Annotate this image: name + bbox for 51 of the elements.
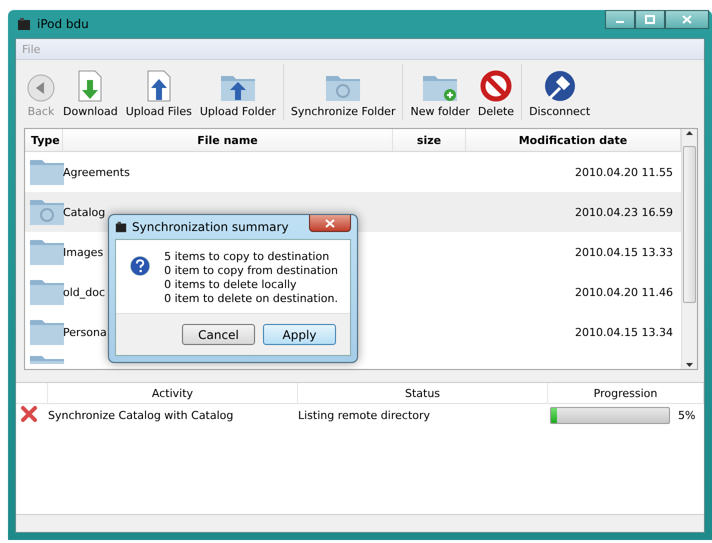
back-icon bbox=[27, 74, 55, 102]
column-header[interactable]: Activity bbox=[48, 383, 298, 403]
dialog-title: Synchronization summary bbox=[132, 220, 289, 234]
progress-percent: 5% bbox=[678, 408, 696, 422]
error-x-icon bbox=[20, 404, 38, 422]
column-header[interactable]: Type bbox=[25, 129, 63, 151]
toolbar-button[interactable]: Upload Folder bbox=[196, 70, 279, 120]
file-name: Agreements bbox=[63, 166, 130, 178]
modified-date: 2010.04.20 11.46 bbox=[575, 286, 674, 298]
close-icon bbox=[682, 15, 692, 24]
dialog-button[interactable]: Cancel bbox=[182, 324, 255, 345]
activity-status: Listing remote directory bbox=[298, 408, 432, 422]
summary-line: 0 item to delete on destination. bbox=[164, 292, 338, 305]
maximize-icon bbox=[645, 15, 655, 24]
toolbar-button[interactable]: Upload Files bbox=[122, 68, 195, 120]
toolbar-button[interactable]: New folder bbox=[407, 70, 473, 120]
file-name: old_doc bbox=[63, 286, 106, 298]
app-icon bbox=[17, 17, 31, 31]
toolbar-button[interactable]: Disconnect bbox=[526, 68, 594, 120]
scrollbar[interactable] bbox=[681, 129, 697, 369]
scroll-down-icon[interactable] bbox=[685, 360, 694, 369]
file-name: Images bbox=[63, 246, 104, 258]
close-button[interactable] bbox=[309, 215, 351, 232]
delete-icon bbox=[480, 70, 512, 102]
toolbar-button[interactable]: Synchronize Folder bbox=[288, 70, 398, 120]
download-icon bbox=[77, 70, 104, 102]
toolbar-button[interactable]: Download bbox=[60, 68, 121, 120]
window-title: iPod bdu bbox=[37, 17, 89, 31]
summary-line: 0 item to copy from destination bbox=[164, 264, 338, 277]
activity-name: Synchronize Catalog with Catalog bbox=[48, 408, 234, 422]
modified-date: 2010.04.20 11.55 bbox=[575, 166, 674, 178]
modified-date: 2010.04.15 13.33 bbox=[575, 246, 674, 258]
upload-file-icon bbox=[146, 70, 172, 102]
close-icon bbox=[325, 218, 335, 228]
column-header[interactable]: size bbox=[393, 129, 466, 151]
minimize-button[interactable] bbox=[605, 10, 635, 29]
modified-date: 2010.04.15 13.34 bbox=[575, 326, 674, 338]
maximize-button[interactable] bbox=[635, 10, 665, 29]
column-header[interactable]: File name bbox=[63, 129, 393, 151]
summary-line: 0 items to delete locally bbox=[164, 278, 298, 291]
app-icon bbox=[115, 221, 127, 233]
close-button[interactable] bbox=[665, 10, 709, 29]
column-header[interactable]: Status bbox=[298, 383, 548, 403]
file-name: Persona bbox=[63, 326, 107, 338]
toolbar-button[interactable]: Delete bbox=[474, 68, 518, 120]
modified-date: 2010.04.23 16.59 bbox=[575, 206, 674, 218]
summary-line: 5 items to copy to destination bbox=[164, 250, 330, 263]
file-name: Catalog bbox=[63, 206, 106, 218]
dialog-button[interactable]: Apply bbox=[263, 324, 336, 345]
scroll-up-icon[interactable] bbox=[685, 129, 694, 138]
column-header[interactable]: Progression bbox=[548, 383, 704, 403]
